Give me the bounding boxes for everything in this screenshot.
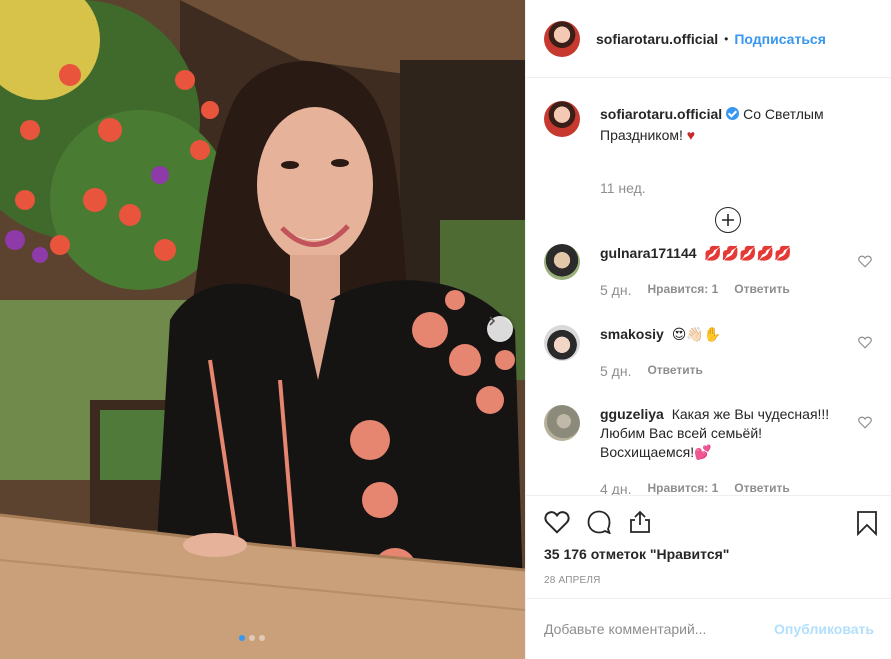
comment-input[interactable] <box>544 621 775 637</box>
comment-meta: 5 дн. Ответить <box>600 363 703 379</box>
load-more-comments-button[interactable] <box>715 207 741 233</box>
speech-bubble-icon <box>587 510 612 535</box>
heart-outline-icon <box>544 511 570 534</box>
header-separator: • <box>724 31 729 46</box>
post-header: sofiarotaru.official • Подписаться <box>526 0 891 78</box>
comment-meta: 5 дн. Нравится: 1 Ответить <box>600 282 790 298</box>
commenter-avatar[interactable] <box>544 244 580 280</box>
share-button[interactable] <box>628 510 652 539</box>
reply-button[interactable]: Ответить <box>647 363 702 379</box>
post-side-panel: sofiarotaru.official • Подписаться sofia… <box>525 0 891 659</box>
bookmark-icon <box>857 511 877 537</box>
comment-text: 💋💋💋💋💋 <box>704 245 792 261</box>
save-button[interactable] <box>856 510 878 541</box>
comment-time[interactable]: 5 дн. <box>600 363 631 379</box>
comment-username[interactable]: smakosiy <box>600 326 664 342</box>
comment-time[interactable]: 4 дн. <box>600 481 631 495</box>
chevron-right-icon <box>489 316 496 326</box>
follow-button[interactable]: Подписаться <box>734 31 826 47</box>
caption-time[interactable]: 11 нед. <box>600 180 646 196</box>
reply-button[interactable]: Ответить <box>734 481 789 495</box>
comment-like-button[interactable] <box>858 336 872 354</box>
heart-outline-icon <box>858 336 872 349</box>
heart-outline-icon <box>858 416 872 429</box>
like-button[interactable] <box>544 510 570 539</box>
carousel-dot <box>239 635 245 641</box>
comment-time[interactable]: 5 дн. <box>600 282 631 298</box>
comment-text: 😍👋🏻✋ <box>671 326 722 342</box>
carousel-dot <box>249 635 255 641</box>
comment-meta: 4 дн. Нравится: 1 Ответить <box>600 481 790 495</box>
commenter-avatar[interactable] <box>544 405 580 441</box>
plus-icon <box>722 214 734 226</box>
likes-count[interactable]: 35 176 отметок "Нравится" <box>544 546 729 562</box>
comment-likes-count[interactable]: Нравится: 1 <box>647 282 718 298</box>
verified-badge-icon <box>726 107 740 120</box>
share-icon <box>630 510 650 533</box>
add-comment-bar: Опубликовать <box>526 598 891 659</box>
caption-avatar[interactable] <box>544 101 580 137</box>
comment-username[interactable]: gulnara171144 <box>600 245 697 261</box>
post-photo[interactable] <box>0 0 525 659</box>
post-actions: 35 176 отметок "Нравится" 28 АПРЕЛЯ <box>526 495 891 598</box>
comment-like-button[interactable] <box>858 416 872 434</box>
comment-like-button[interactable] <box>858 255 872 273</box>
carousel-dot <box>259 635 265 641</box>
photo-illustration <box>0 0 525 659</box>
comment-username[interactable]: gguzeliya <box>600 406 664 422</box>
reply-button[interactable]: Ответить <box>734 282 789 298</box>
carousel-next-button[interactable] <box>487 316 513 342</box>
post-date[interactable]: 28 АПРЕЛЯ <box>544 575 601 586</box>
comment-body: gguzeliya Какая же Вы чудесная!!! Любим … <box>600 405 850 462</box>
comment-button[interactable] <box>586 510 612 539</box>
action-icons <box>544 510 652 539</box>
comment-body: gulnara171144 💋💋💋💋💋 <box>600 244 850 263</box>
comment-body: smakosiy 😍👋🏻✋ <box>600 325 850 344</box>
commenter-avatar[interactable] <box>544 325 580 361</box>
comments-list[interactable]: sofiarotaru.official Со Светлым Празднико… <box>526 79 891 495</box>
caption-username[interactable]: sofiarotaru.official <box>600 106 722 122</box>
heart-outline-icon <box>858 255 872 268</box>
caption-text: sofiarotaru.official Со Светлым Празднико… <box>600 104 860 146</box>
author-username[interactable]: sofiarotaru.official <box>596 31 718 47</box>
carousel-indicators <box>239 635 265 641</box>
red-heart-emoji: ♥ <box>686 127 696 143</box>
author-avatar[interactable] <box>544 20 580 57</box>
comment-likes-count[interactable]: Нравится: 1 <box>647 481 718 495</box>
publish-comment-button[interactable]: Опубликовать <box>774 621 874 637</box>
